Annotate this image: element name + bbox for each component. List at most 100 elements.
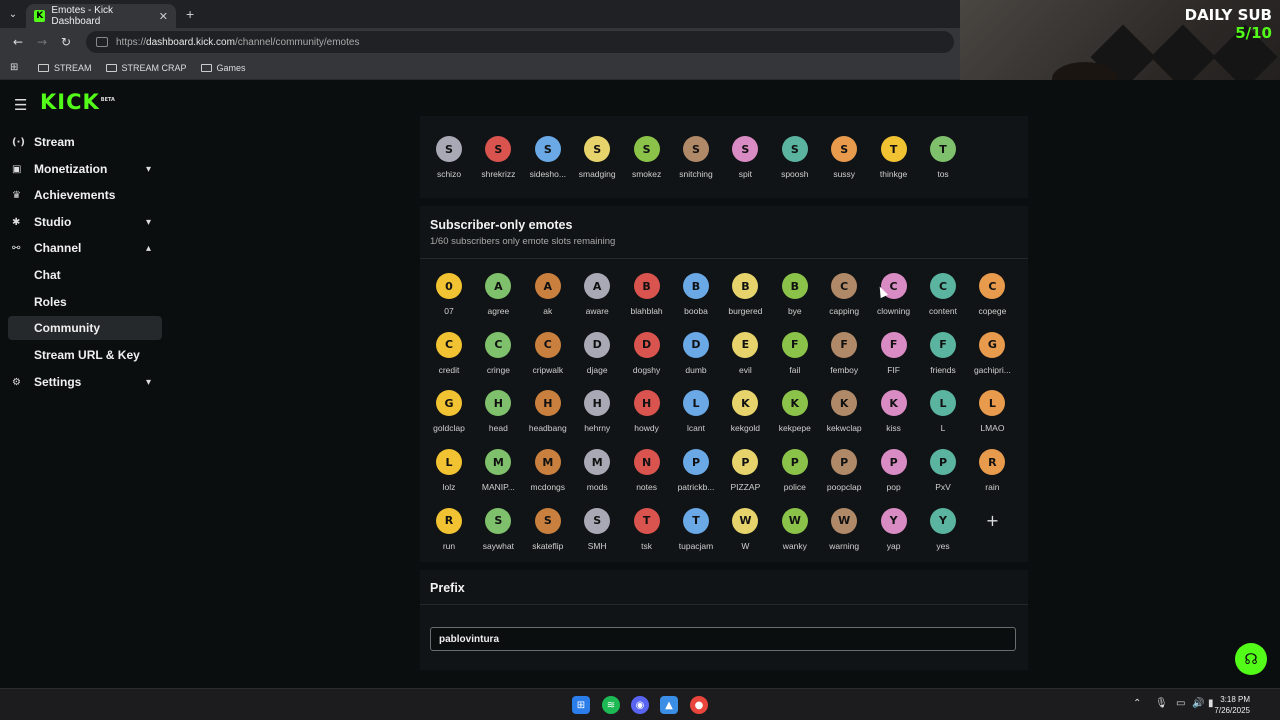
- chevron-down-icon[interactable]: ▾: [146, 377, 151, 388]
- network-icon[interactable]: ▭: [1176, 698, 1185, 709]
- emote-item[interactable]: Bburgered: [720, 273, 770, 316]
- emote-item[interactable]: Nnotes: [622, 449, 672, 492]
- emote-item[interactable]: Aaware: [572, 273, 622, 316]
- bookmark-games[interactable]: Games: [200, 63, 246, 73]
- emote-item[interactable]: Ppatrickb...: [671, 449, 721, 492]
- sidebar-subitem-chat[interactable]: Chat: [8, 263, 162, 287]
- emote-item[interactable]: Aak: [523, 273, 573, 316]
- sidebar-item-stream[interactable]: (·) Stream: [0, 130, 172, 154]
- sidebar-item-monetization[interactable]: ▣ Monetization ▾: [0, 157, 172, 181]
- volume-icon[interactable]: 🔊: [1192, 698, 1204, 709]
- emote-item[interactable]: Ssmadging: [572, 136, 622, 179]
- emote-item[interactable]: Ccontent: [918, 273, 968, 316]
- emote-item[interactable]: Ddumb: [671, 331, 721, 375]
- apps-grid-icon[interactable]: ⊞: [10, 62, 24, 73]
- hamburger-menu-icon[interactable]: ☰: [14, 96, 27, 114]
- reload-icon[interactable]: ↻: [54, 35, 78, 49]
- emote-item[interactable]: Yyap: [869, 507, 919, 551]
- emote-item[interactable]: Hhowdy: [622, 390, 672, 433]
- emote-item[interactable]: Hhead: [473, 390, 523, 433]
- help-chat-button[interactable]: ☊: [1235, 643, 1267, 675]
- emote-item[interactable]: Sshrekrizz: [473, 136, 523, 179]
- emote-item[interactable]: Llcant: [671, 390, 721, 433]
- emote-item[interactable]: M MANIP...: [473, 449, 523, 492]
- emote-item[interactable]: Bbooba: [671, 273, 721, 316]
- emote-item[interactable]: Ccapping: [819, 273, 869, 316]
- emote-item[interactable]: Mmods: [572, 449, 622, 492]
- emote-item[interactable]: Ccripwalk: [523, 331, 573, 375]
- emote-item[interactable]: Ddogshy: [622, 331, 672, 375]
- discord-icon[interactable]: ◉: [631, 696, 649, 714]
- sidebar-subitem-roles[interactable]: Roles: [8, 290, 162, 314]
- emote-item[interactable]: Kkekpepe: [770, 390, 820, 433]
- emote-item[interactable]: Ccringe: [473, 331, 523, 375]
- emote-item[interactable]: F FIF: [869, 331, 919, 375]
- kick-logo[interactable]: KICKBETA: [40, 90, 115, 114]
- emote-item[interactable]: Llolz: [424, 449, 474, 492]
- emote-item[interactable]: 0 07: [424, 273, 474, 316]
- taskbar-clock[interactable]: 3:18 PM 7/26/2025: [1214, 694, 1250, 716]
- prefix-input[interactable]: pablovintura: [430, 627, 1016, 651]
- emote-item[interactable]: Ssidesho...: [523, 136, 573, 179]
- emote-item[interactable]: Wwarning: [819, 507, 869, 551]
- emote-item[interactable]: Ssaywhat: [473, 507, 523, 551]
- emote-item[interactable]: Ppolice: [770, 449, 820, 492]
- new-tab-icon[interactable]: +: [186, 6, 194, 22]
- emote-item[interactable]: P PxV: [918, 449, 968, 492]
- emote-item[interactable]: Sspoosh: [770, 136, 820, 179]
- sidebar-item-channel[interactable]: ⚯ Channel ▴: [0, 236, 172, 260]
- chevron-down-icon[interactable]: ▾: [146, 217, 151, 228]
- bookmark-stream[interactable]: STREAM: [38, 63, 92, 73]
- emote-item[interactable]: Kkekgold: [720, 390, 770, 433]
- emote-item[interactable]: Kkekwclap: [819, 390, 869, 433]
- emote-item[interactable]: S SMH: [572, 507, 622, 551]
- emote-item[interactable]: Bblahblah: [622, 273, 672, 316]
- tray-overflow-icon[interactable]: ⌃: [1133, 698, 1141, 709]
- back-icon[interactable]: ←: [6, 35, 30, 49]
- emote-item[interactable]: Sskateflip: [523, 507, 573, 551]
- emote-item[interactable]: LL: [918, 390, 968, 433]
- emote-item[interactable]: Cclowning: [869, 273, 919, 316]
- emote-item[interactable]: Kkiss: [869, 390, 919, 433]
- emote-item[interactable]: Ffemboy: [819, 331, 869, 375]
- emote-item[interactable]: Mmcdongs: [523, 449, 573, 492]
- emote-item[interactable]: WW: [720, 507, 770, 551]
- site-info-icon[interactable]: [96, 37, 108, 47]
- emote-item[interactable]: Ggachipri...: [967, 331, 1017, 375]
- forward-icon[interactable]: →: [30, 35, 54, 49]
- sidebar-subitem-stream-url-key[interactable]: Stream URL & Key: [8, 343, 162, 367]
- emote-item[interactable]: Ddjage: [572, 331, 622, 375]
- emote-item[interactable]: Ffail: [770, 331, 820, 375]
- windows-start-icon[interactable]: ⊞: [572, 696, 590, 714]
- emote-item[interactable]: Ggoldclap: [424, 390, 474, 433]
- emote-item[interactable]: Wwanky: [770, 507, 820, 551]
- spotify-icon[interactable]: ≋: [602, 696, 620, 714]
- sidebar-subitem-community[interactable]: Community: [8, 316, 162, 340]
- emote-item[interactable]: Hhehrny: [572, 390, 622, 433]
- emote-item[interactable]: Rrun: [424, 507, 474, 551]
- tab-search-icon[interactable]: ⌄: [0, 9, 26, 20]
- bookmark-stream-crap[interactable]: STREAM CRAP: [105, 63, 187, 73]
- emote-item[interactable]: Ccredit: [424, 331, 474, 375]
- emote-item[interactable]: Eevil: [720, 331, 770, 375]
- sidebar-item-settings[interactable]: ⚙ Settings ▾: [0, 370, 172, 394]
- battery-icon[interactable]: ▮: [1208, 698, 1214, 709]
- emote-item[interactable]: Sspit: [720, 136, 770, 179]
- add-emote-button[interactable]: +: [979, 508, 1005, 534]
- emote-item[interactable]: Yyes: [918, 507, 968, 551]
- sidebar-item-studio[interactable]: ✱ Studio ▾: [0, 210, 172, 234]
- emote-item[interactable]: Ttos: [918, 136, 968, 179]
- microphone-icon[interactable]: 🎙: [1155, 698, 1168, 709]
- chevron-up-icon[interactable]: ▴: [146, 243, 151, 254]
- browser-tab[interactable]: K Emotes - Kick Dashboard ✕: [26, 4, 176, 28]
- emote-item[interactable]: L LMAO: [967, 390, 1017, 433]
- emote-item[interactable]: Ffriends: [918, 331, 968, 375]
- chrome-icon[interactable]: ●: [690, 696, 708, 714]
- emote-item[interactable]: Tthinkge: [869, 136, 919, 179]
- emote-item[interactable]: Ssussy: [819, 136, 869, 179]
- emote-item[interactable]: Ttsk: [622, 507, 672, 551]
- emote-item[interactable]: Ssnitching: [671, 136, 721, 179]
- emote-item[interactable]: Ssmokez: [622, 136, 672, 179]
- chevron-down-icon[interactable]: ▾: [146, 164, 151, 175]
- emote-item[interactable]: Ccopege: [967, 273, 1017, 316]
